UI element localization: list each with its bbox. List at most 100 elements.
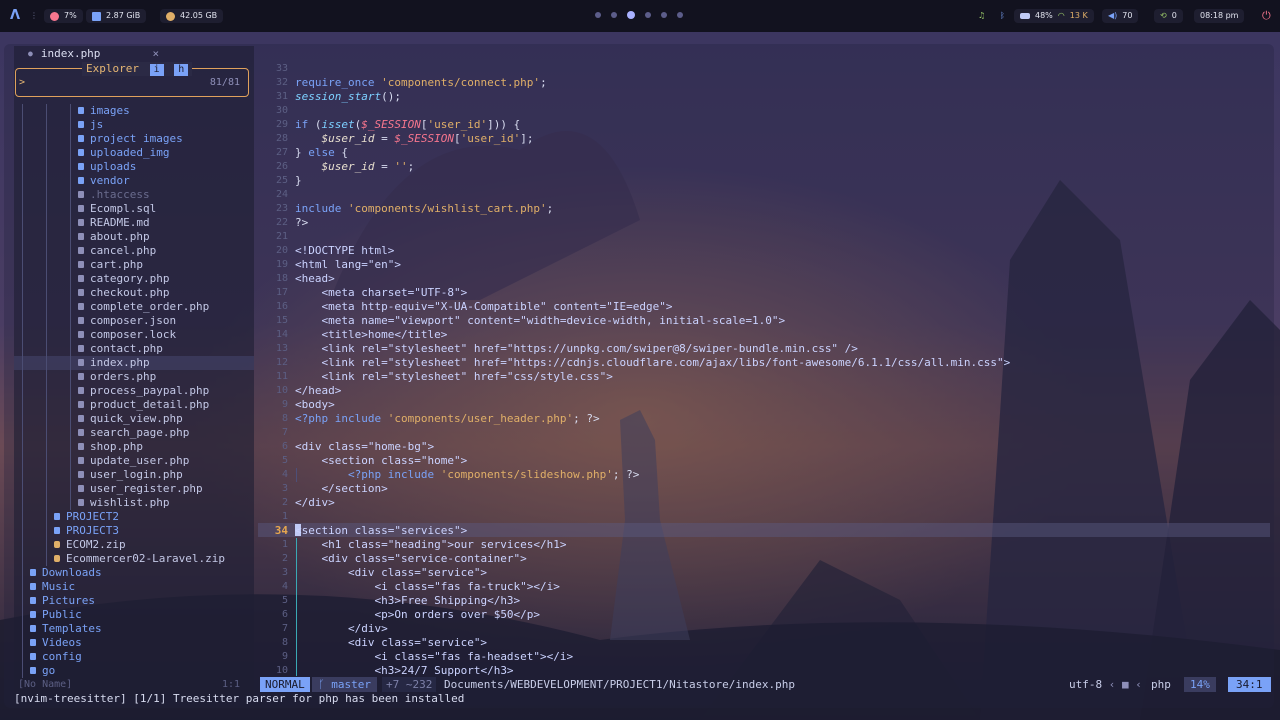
tree-item-label: complete_order.php <box>90 300 210 313</box>
tree-folder[interactable]: images <box>78 104 130 118</box>
tree-item-label: Music <box>42 580 76 593</box>
tree-item-label: shop.php <box>90 440 143 453</box>
line-number: 3 <box>281 567 288 578</box>
power-icon[interactable]: ⏻ <box>1262 9 1271 23</box>
code-line: <link rel="stylesheet" href="css/style.c… <box>321 370 613 383</box>
folder-icon <box>30 667 36 674</box>
explorer-search-box[interactable]: Explorer i h > 81/81 <box>15 62 249 97</box>
tree-item-label: Templates <box>42 622 102 635</box>
tree-file[interactable]: Ecompl.sql <box>78 202 156 216</box>
tree-folder[interactable]: uploaded_img <box>78 146 169 160</box>
disk-widget: 42.05 GB <box>160 9 224 23</box>
tree-item-label: vendor <box>90 174 130 187</box>
tree-folder[interactable]: uploads <box>78 160 136 174</box>
tree-file[interactable]: shop.php <box>78 440 143 454</box>
volume-widget[interactable]: ◀) 70 <box>1102 9 1139 23</box>
tree-file[interactable]: user_login.php <box>78 468 183 482</box>
tree-folder[interactable]: vendor <box>78 174 130 188</box>
folder-icon <box>30 597 36 604</box>
tree-file[interactable]: cancel.php <box>78 244 156 258</box>
tree-file[interactable]: wishlist.php <box>78 496 169 510</box>
tree-file[interactable]: product_detail.php <box>78 398 209 412</box>
workspace-4[interactable] <box>645 12 651 18</box>
line-number: 29 <box>275 119 288 130</box>
git-branch[interactable]: ᚴ master <box>312 677 377 692</box>
tree-folder[interactable]: project images <box>78 132 183 146</box>
tree-folder[interactable]: Videos <box>30 636 82 650</box>
tree-file[interactable]: cart.php <box>78 258 143 272</box>
bluetooth-icon[interactable]: ᛒ <box>1000 9 1005 23</box>
php-file-icon: ● <box>28 49 33 58</box>
file-icon <box>78 289 84 296</box>
code-line: <meta http-equiv="X-UA-Compatible" conte… <box>321 300 673 313</box>
hidden-toggle-h[interactable]: h <box>174 64 189 76</box>
tree-folder[interactable]: config <box>30 650 82 664</box>
workspace-2[interactable] <box>611 12 617 18</box>
tree-item-label: category.php <box>90 272 170 285</box>
code-line: include 'components/wishlist_cart.php'; <box>295 202 554 215</box>
tree-file[interactable]: composer.json <box>78 314 176 328</box>
tree-file[interactable]: checkout.php <box>78 286 169 300</box>
file-icon <box>78 345 84 352</box>
folder-icon <box>78 107 84 114</box>
launcher-icon[interactable]: Λ <box>10 9 20 23</box>
tree-folder[interactable]: go <box>30 664 55 678</box>
tree-file[interactable]: composer.lock <box>78 328 176 342</box>
tree-file[interactable]: README.md <box>78 216 150 230</box>
file-icon <box>78 429 84 436</box>
tree-item-label: config <box>42 650 82 663</box>
tree-file[interactable]: complete_order.php <box>78 300 209 314</box>
tree-file[interactable]: process_paypal.php <box>78 384 209 398</box>
code-line: <html lang="en"> <box>295 258 401 271</box>
line-number: 18 <box>275 273 288 284</box>
tree-item-label: composer.lock <box>90 328 177 341</box>
workspace-5[interactable] <box>661 12 667 18</box>
line-number: 5 <box>281 455 288 466</box>
line-number: 30 <box>275 105 288 116</box>
tree-folder[interactable]: PROJECT2 <box>54 510 119 524</box>
menu-dots-icon[interactable]: ⋮ <box>30 9 38 23</box>
tree-file[interactable]: user_register.php <box>78 482 203 496</box>
workspace-1[interactable] <box>595 12 601 18</box>
tree-folder[interactable]: Pictures <box>30 594 95 608</box>
tree-item-label: quick_view.php <box>90 412 183 425</box>
git-diff-stats: +7 ~232 <box>382 677 437 692</box>
line-number: 6 <box>281 609 288 620</box>
tree-file[interactable]: ECOM2.zip <box>54 538 126 552</box>
workspace-active-ghost-icon[interactable] <box>627 11 635 19</box>
tree-folder[interactable]: js <box>78 118 103 132</box>
tree-file[interactable]: .htaccess <box>78 188 150 202</box>
updates-widget[interactable]: ⟲ 0 <box>1154 9 1183 23</box>
tree-file[interactable]: Ecommercer02-Laravel.zip <box>54 552 225 566</box>
tree-file[interactable]: quick_view.php <box>78 412 183 426</box>
folder-icon <box>78 135 84 142</box>
workspace-6[interactable] <box>677 12 683 18</box>
tree-file[interactable]: about.php <box>78 230 150 244</box>
tree-file[interactable]: category.php <box>78 272 169 286</box>
tree-folder[interactable]: Downloads <box>30 566 102 580</box>
line-number: 17 <box>275 287 288 298</box>
music-icon[interactable]: ♫ <box>978 9 985 23</box>
tree-item-label: wishlist.php <box>90 496 170 509</box>
tree-folder[interactable]: Music <box>30 580 75 594</box>
ram-widget: 2.87 GiB <box>86 9 147 23</box>
tree-file[interactable]: search_page.php <box>78 426 189 440</box>
code-line: <body> <box>295 398 335 411</box>
buffer-tab[interactable]: ● index.php × <box>28 46 159 62</box>
tree-file[interactable]: orders.php <box>78 370 156 384</box>
tree-folder[interactable]: Public <box>30 608 82 622</box>
tree-folder[interactable]: Templates <box>30 622 102 636</box>
hidden-toggle-i[interactable]: i <box>149 64 164 76</box>
line-number: 9 <box>281 399 288 410</box>
tree-file[interactable]: index.php <box>14 356 254 370</box>
tree-file[interactable]: contact.php <box>78 342 163 356</box>
close-tab-icon[interactable]: × <box>152 46 159 62</box>
line-number: 28 <box>275 133 288 144</box>
line-number: 34 <box>274 524 288 537</box>
code-line: </div> <box>295 496 335 509</box>
tree-file[interactable]: update_user.php <box>78 454 189 468</box>
tree-folder[interactable]: PROJECT3 <box>54 524 119 538</box>
tree-item-label: checkout.php <box>90 286 170 299</box>
command-line-message: [nvim-treesitter] [1/1] Treesitter parse… <box>14 692 465 705</box>
code-line: <meta name="viewport" content="width=dev… <box>321 314 786 327</box>
